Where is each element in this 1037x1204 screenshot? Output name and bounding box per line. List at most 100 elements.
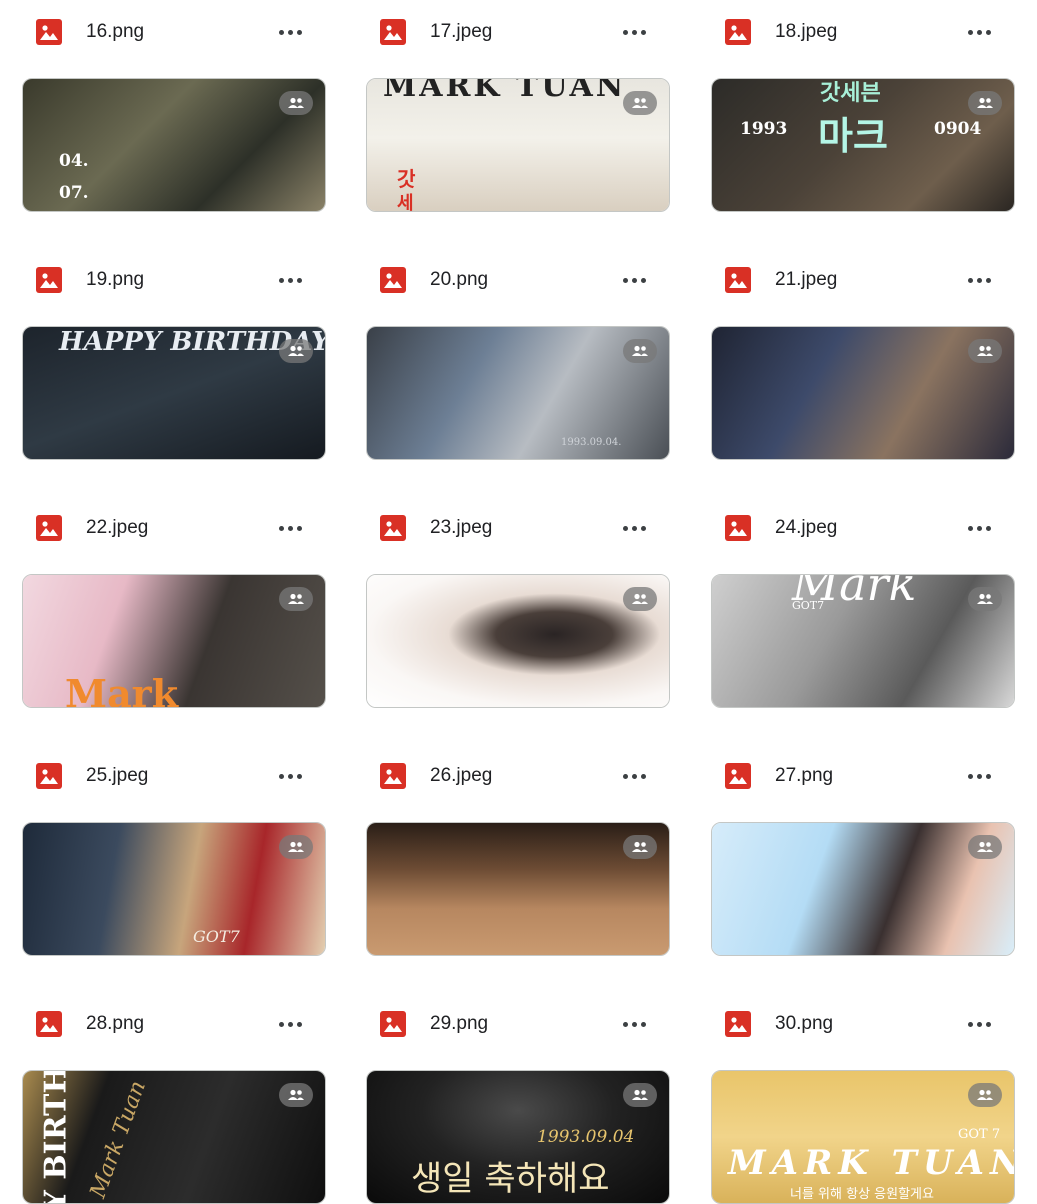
file-thumbnail[interactable] [711,822,1015,956]
more-options-button[interactable] [616,18,652,46]
thumbnail-text: MARK TUAN [728,1143,1015,1183]
file-thumbnail[interactable]: MARK TUAN 갓 세 [366,78,670,212]
shared-people-icon [623,339,657,363]
file-tile[interactable]: 25.jpeg GOT7 [22,744,326,956]
shared-people-icon [279,835,313,859]
file-tile[interactable]: 29.png 1993.09.04 생일 축하해요 [366,992,670,1204]
more-options-button[interactable] [272,1010,308,1038]
file-name[interactable]: 25.jpeg [86,764,148,788]
file-thumbnail[interactable] [366,574,670,708]
file-name[interactable]: 21.jpeg [775,268,837,292]
more-options-button[interactable] [961,762,997,790]
thumbnail-text: Mark [65,671,179,708]
file-header: 29.png [366,992,670,1056]
image-file-icon [36,267,62,293]
thumbnail-text: 04. [59,151,89,171]
thumbnail-text: 갓 [397,167,416,191]
file-name[interactable]: 23.jpeg [430,516,492,540]
file-name[interactable]: 24.jpeg [775,516,837,540]
image-file-icon [380,1011,406,1037]
file-name[interactable]: 18.jpeg [775,20,837,44]
file-tile[interactable]: 19.png HAPPY BIRTHDAY! [22,248,326,460]
file-tile[interactable]: 18.jpeg 갓세븐 1993 마크 0904 [711,0,1015,212]
more-options-button[interactable] [272,266,308,294]
more-options-button[interactable] [616,1010,652,1038]
image-file-icon [380,19,406,45]
file-tile[interactable]: 23.jpeg [366,496,670,708]
image-file-icon [380,763,406,789]
image-file-icon [380,515,406,541]
more-options-button[interactable] [961,514,997,542]
more-options-button[interactable] [961,266,997,294]
file-tile[interactable]: 20.png 1993.09.04. [366,248,670,460]
image-file-icon [725,1011,751,1037]
file-name[interactable]: 28.png [86,1012,144,1036]
file-header: 28.png [22,992,326,1056]
file-tile[interactable]: 28.png Y BIRTH Mark Tuan [22,992,326,1204]
file-thumbnail[interactable]: 1993.09.04. [366,326,670,460]
file-name[interactable]: 29.png [430,1012,488,1036]
file-tile[interactable]: 24.jpeg Mark GOT7 [711,496,1015,708]
more-options-button[interactable] [272,762,308,790]
thumbnail-text: 1993.09.04 [537,1127,635,1147]
file-thumbnail[interactable]: Mark GOT7 [711,574,1015,708]
thumbnail-text: 07. [59,183,89,203]
file-header: 19.png [22,248,326,312]
file-tile[interactable]: 22.jpeg Mark [22,496,326,708]
more-options-button[interactable] [272,18,308,46]
thumbnail-text: MARK TUAN [383,78,627,104]
file-thumbnail[interactable]: 갓세븐 1993 마크 0904 [711,78,1015,212]
file-thumbnail[interactable]: HAPPY BIRTHDAY! [22,326,326,460]
file-header: 16.png [22,0,326,64]
more-options-button[interactable] [616,762,652,790]
thumbnail-text: 1993 [740,119,788,139]
file-tile[interactable]: 16.png 04. 07. [22,0,326,212]
file-name[interactable]: 19.png [86,268,144,292]
shared-people-icon [968,587,1002,611]
file-tile[interactable]: 17.jpeg MARK TUAN 갓 세 [366,0,670,212]
file-header: 21.jpeg [711,248,1015,312]
file-header: 18.jpeg [711,0,1015,64]
shared-people-icon [968,1083,1002,1107]
shared-people-icon [279,91,313,115]
file-thumbnail[interactable] [366,822,670,956]
file-name[interactable]: 17.jpeg [430,20,492,44]
file-name[interactable]: 16.png [86,20,144,44]
shared-people-icon [968,339,1002,363]
more-options-button[interactable] [961,18,997,46]
file-name[interactable]: 27.png [775,764,833,788]
thumbnail-text: 갓세븐 [820,80,881,106]
file-name[interactable]: 22.jpeg [86,516,148,540]
image-file-icon [725,267,751,293]
more-options-button[interactable] [616,514,652,542]
file-thumbnail[interactable]: Mark [22,574,326,708]
file-tile[interactable]: 30.png GOT 7 MARK TUAN 너를 위해 항상 응원할게요 [711,992,1015,1204]
thumbnail-text: GOT7 [792,599,825,612]
shared-people-icon [968,91,1002,115]
thumbnail-text: 1993.09.04. [561,437,622,448]
thumbnail-text: GOT 7 [958,1127,1001,1142]
image-file-icon [725,515,751,541]
file-tile[interactable]: 26.jpeg [366,744,670,956]
file-thumbnail[interactable]: GOT 7 MARK TUAN 너를 위해 항상 응원할게요 [711,1070,1015,1204]
file-thumbnail[interactable] [711,326,1015,460]
more-options-button[interactable] [616,266,652,294]
image-file-icon [36,19,62,45]
file-tile[interactable]: 27.png [711,744,1015,956]
file-tile[interactable]: 21.jpeg [711,248,1015,460]
file-header: 25.jpeg [22,744,326,808]
file-header: 17.jpeg [366,0,670,64]
thumbnail-text: 0904 [934,119,982,139]
file-thumbnail[interactable]: GOT7 [22,822,326,956]
file-thumbnail[interactable]: 1993.09.04 생일 축하해요 [366,1070,670,1204]
file-header: 27.png [711,744,1015,808]
file-name[interactable]: 30.png [775,1012,833,1036]
file-name[interactable]: 20.png [430,268,488,292]
more-options-button[interactable] [272,514,308,542]
more-options-button[interactable] [961,1010,997,1038]
file-thumbnail[interactable]: 04. 07. [22,78,326,212]
file-name[interactable]: 26.jpeg [430,764,492,788]
thumbnail-text: 마크 [818,113,888,158]
file-thumbnail[interactable]: Y BIRTH Mark Tuan [22,1070,326,1204]
file-header: 20.png [366,248,670,312]
